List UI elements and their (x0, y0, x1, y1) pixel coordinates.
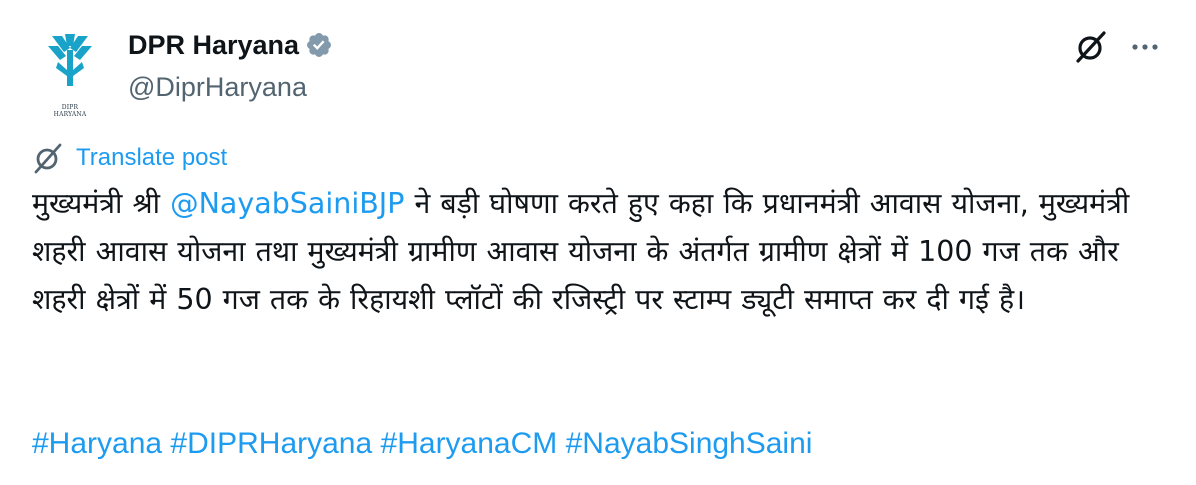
dipr-logo-icon (48, 34, 92, 86)
mention-link[interactable]: @NayabSainiBJP (170, 187, 404, 220)
tweet-card: DIPR HARYANA DPR Haryana @DiprHaryana Tr… (0, 0, 1196, 485)
author-name-row: DPR Haryana (128, 28, 333, 62)
avatar[interactable]: DIPR HARYANA (30, 22, 110, 118)
author-handle[interactable]: @DiprHaryana (128, 70, 307, 104)
post-text-intro: मुख्यमंत्री श्री (32, 187, 171, 220)
author-display-name[interactable]: DPR Haryana (128, 28, 299, 62)
more-icon[interactable] (1128, 33, 1162, 61)
hashtag-link[interactable]: #HaryanaCM (381, 427, 558, 460)
verified-badge-icon (307, 33, 332, 57)
hashtag-list: #Haryana #DIPRHaryana #HaryanaCM #NayabS… (32, 422, 812, 466)
hashtag-link[interactable]: #NayabSinghSaini (566, 427, 813, 460)
translate-post-label: Translate post (76, 144, 228, 171)
translate-icon (34, 143, 62, 174)
hashtag-link[interactable]: #DIPRHaryana (170, 427, 372, 460)
avatar-caption: DIPR HARYANA (53, 104, 87, 118)
grok-icon[interactable] (1074, 30, 1108, 64)
hashtag-link[interactable]: #Haryana (32, 427, 162, 460)
translate-post-button[interactable]: Translate post (32, 142, 227, 174)
post-text: मुख्यमंत्री श्री @NayabSainiBJP ने बड़ी … (32, 180, 1167, 324)
